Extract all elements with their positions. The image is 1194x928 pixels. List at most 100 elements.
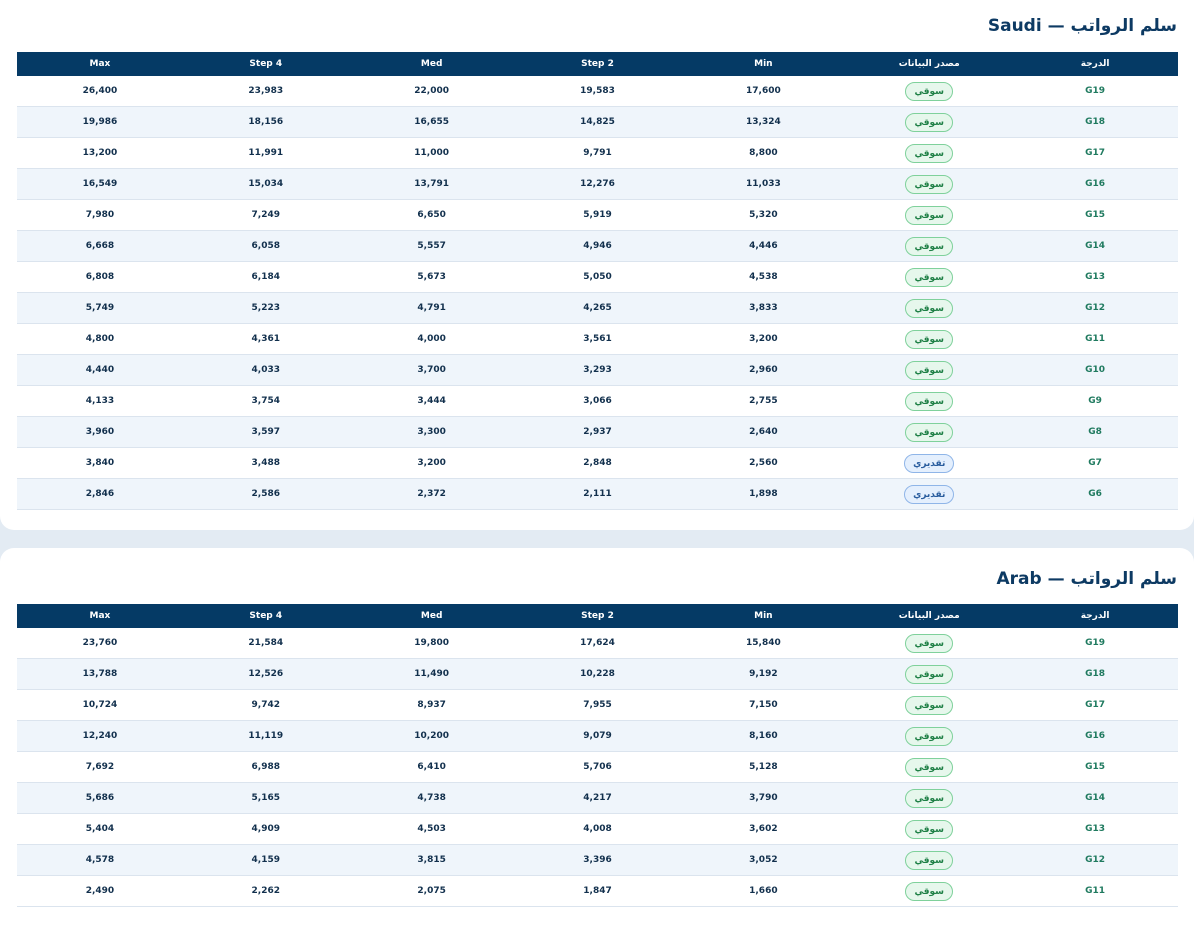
- cell-med: 6,650: [417, 210, 446, 220]
- source-badge: سوقي: [905, 143, 953, 163]
- source-badge: سوقي: [905, 205, 953, 225]
- cell-source: سوقي: [846, 355, 1012, 385]
- cell-step2: 3,293: [583, 365, 612, 375]
- cell-med: 19,800: [414, 638, 450, 648]
- cell-med: 6,410: [417, 762, 446, 772]
- cell-grade: G16: [1085, 179, 1106, 189]
- cell-source: سوقي: [846, 386, 1012, 416]
- source-badge: سوقي: [905, 757, 953, 777]
- cell-step2: 2,848: [583, 458, 612, 468]
- cell-step4: 6,184: [251, 272, 281, 282]
- cell-med: 2,372: [417, 489, 446, 499]
- col-header-med: Med: [420, 611, 443, 621]
- cell-step2: 7,955: [583, 700, 612, 710]
- cell-source: سوقي: [846, 324, 1012, 354]
- table-row: 4,800 4,361 4,000 3,561 3,200 سوقي G11: [17, 324, 1178, 355]
- cell-grade: G18: [1085, 669, 1106, 679]
- cell-max: 19,986: [82, 117, 118, 127]
- source-badge: سوقي: [905, 819, 953, 839]
- cell-med: 22,000: [414, 86, 450, 96]
- cell-med: 5,673: [417, 272, 446, 282]
- cell-max: 4,133: [85, 396, 115, 406]
- salary-scale-card-arab: سلم الرواتب — Arab Max Step 4 Med Step 2…: [0, 548, 1194, 928]
- cell-max: 4,578: [85, 855, 115, 865]
- cell-max: 13,788: [82, 669, 118, 679]
- table-row: 13,200 11,991 11,000 9,791 8,800 سوقي G17: [17, 138, 1178, 169]
- cell-min: 9,192: [749, 669, 778, 679]
- col-header-grade: الدرجة: [1080, 59, 1110, 69]
- cell-grade: G8: [1088, 427, 1102, 437]
- cell-step4: 2,262: [251, 886, 281, 896]
- table-row: 26,400 23,983 22,000 19,583 17,600 سوقي G19: [17, 76, 1178, 107]
- cell-step4: 6,988: [251, 762, 281, 772]
- cell-step2: 17,624: [580, 638, 615, 648]
- cell-source: سوقي: [846, 845, 1012, 875]
- cell-min: 5,320: [749, 210, 778, 220]
- table-header: Max Step 4 Med Step 2 Min مصدر البيانات …: [17, 604, 1178, 628]
- cell-min: 15,840: [746, 638, 781, 648]
- cell-source: سوقي: [846, 231, 1012, 261]
- source-badge: سوقي: [905, 267, 953, 287]
- cell-max: 12,240: [82, 731, 118, 741]
- cell-med: 11,490: [414, 669, 450, 679]
- table-row: 19,986 18,156 16,655 14,825 13,324 سوقي G18: [17, 107, 1178, 138]
- cell-grade: G16: [1085, 731, 1106, 741]
- source-badge: سوقي: [905, 236, 953, 256]
- cell-step2: 2,111: [583, 489, 612, 499]
- table-row: 3,960 3,597 3,300 2,937 2,640 سوقي G8: [17, 417, 1178, 448]
- cell-source: تقديري: [846, 479, 1012, 509]
- cell-med: 3,444: [417, 396, 446, 406]
- cell-max: 4,440: [85, 365, 115, 375]
- cell-grade: G11: [1085, 886, 1106, 896]
- cell-source: سوقي: [846, 107, 1012, 137]
- cell-source: سوقي: [846, 628, 1012, 658]
- cell-grade: G10: [1085, 365, 1106, 375]
- cell-step2: 4,008: [583, 824, 612, 834]
- cell-step4: 15,034: [248, 179, 284, 189]
- cell-source: سوقي: [846, 169, 1012, 199]
- source-badge: سوقي: [905, 633, 953, 653]
- source-badge: سوقي: [905, 360, 953, 380]
- cell-grade: G14: [1085, 793, 1106, 803]
- cell-source: سوقي: [846, 200, 1012, 230]
- cell-max: 13,200: [82, 148, 118, 158]
- source-badge: سوقي: [905, 726, 953, 746]
- col-header-step2: Step 2: [581, 611, 614, 621]
- source-badge: سوقي: [905, 695, 953, 715]
- cell-med: 8,937: [417, 700, 446, 710]
- cell-step2: 4,265: [583, 303, 612, 313]
- table-row: 6,668 6,058 5,557 4,946 4,446 سوقي G14: [17, 231, 1178, 262]
- col-header-grade: الدرجة: [1080, 611, 1110, 621]
- source-badge: سوقي: [905, 788, 953, 808]
- cell-step4: 3,754: [251, 396, 281, 406]
- cell-max: 2,490: [85, 886, 115, 896]
- cell-step4: 4,909: [251, 824, 281, 834]
- cell-max: 16,549: [82, 179, 118, 189]
- salary-table: Max Step 4 Med Step 2 Min مصدر البيانات …: [17, 604, 1178, 907]
- cell-step4: 23,983: [248, 86, 284, 96]
- cell-med: 3,200: [417, 458, 446, 468]
- cell-min: 3,052: [749, 855, 778, 865]
- table-row: 4,578 4,159 3,815 3,396 3,052 سوقي G12: [17, 845, 1178, 876]
- cell-med: 16,655: [414, 117, 450, 127]
- cell-step4: 9,742: [251, 700, 281, 710]
- salary-table: Max Step 4 Med Step 2 Min مصدر البيانات …: [17, 52, 1178, 510]
- cell-step4: 21,584: [248, 638, 284, 648]
- cell-min: 3,833: [749, 303, 778, 313]
- source-badge: سوقي: [905, 112, 953, 132]
- salary-scale-card-saudi: سلم الرواتب — Saudi Max Step 4 Med Step …: [0, 0, 1194, 530]
- cell-max: 7,692: [85, 762, 115, 772]
- cell-min: 1,898: [749, 489, 778, 499]
- cell-source: تقديري: [846, 448, 1012, 478]
- cell-step4: 4,033: [251, 365, 281, 375]
- cell-step4: 6,058: [251, 241, 281, 251]
- cell-grade: G19: [1085, 86, 1106, 96]
- col-header-min: Min: [754, 611, 773, 621]
- table-row: 23,760 21,584 19,800 17,624 15,840 سوقي G19: [17, 628, 1178, 659]
- cell-grade: G17: [1085, 148, 1106, 158]
- cell-source: سوقي: [846, 417, 1012, 447]
- cell-grade: G13: [1085, 824, 1106, 834]
- cell-step4: 11,991: [248, 148, 284, 158]
- source-badge: سوقي: [905, 391, 953, 411]
- cell-max: 4,800: [85, 334, 115, 344]
